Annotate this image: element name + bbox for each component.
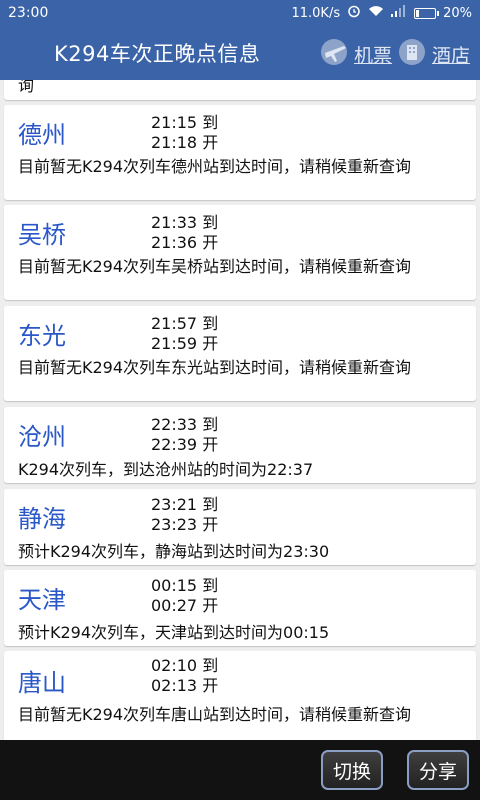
station-message: K294次列车，到达沧州站的时间为22:37 bbox=[18, 460, 314, 479]
wifi-icon bbox=[368, 5, 384, 21]
status-bar: 23:00 11.0K/s 20% bbox=[0, 0, 480, 26]
arrive-time: 00:15 到 bbox=[151, 576, 219, 595]
list-item[interactable]: 静海 23:21 到 23:23 开 预计K294次列车，静海站到达时间为23:… bbox=[4, 489, 476, 565]
page-title: K294车次正晚点信息 bbox=[54, 42, 261, 66]
hotel-label: 酒店 bbox=[432, 45, 471, 67]
station-message: 预计K294次列车，静海站到达时间为23:30 bbox=[18, 542, 330, 561]
station-name: 天津 bbox=[18, 586, 66, 614]
station-name: 沧州 bbox=[18, 423, 66, 451]
depart-time: 22:39 开 bbox=[151, 435, 219, 454]
status-time: 23:00 bbox=[8, 5, 49, 21]
station-message: 目前暂无K294次列车吴桥站到达时间，请稍候重新查询 bbox=[18, 257, 412, 276]
title-bar: K294车次正晚点信息 机票 酒店 bbox=[0, 26, 480, 80]
depart-time: 23:23 开 bbox=[151, 515, 219, 534]
network-speed: 11.0K/s bbox=[291, 5, 341, 21]
arrive-time: 21:15 到 bbox=[151, 113, 219, 132]
airplane-icon bbox=[320, 38, 354, 71]
depart-time: 21:59 开 bbox=[151, 334, 219, 353]
arrive-time: 02:10 到 bbox=[151, 656, 219, 675]
list-item-partial[interactable]: 询 bbox=[4, 80, 476, 100]
app-screen: 23:00 11.0K/s 20% K294车次正晚点信息 机票 酒店 询 德州… bbox=[0, 0, 480, 800]
list-item[interactable]: 德州 21:15 到 21:18 开 目前暂无K294次列车德州站到达时间，请稍… bbox=[4, 105, 476, 200]
depart-time: 21:36 开 bbox=[151, 233, 219, 252]
station-message: 目前暂无K294次列车德州站到达时间，请稍候重新查询 bbox=[18, 157, 412, 176]
list-item[interactable]: 东光 21:57 到 21:59 开 目前暂无K294次列车东光站到达时间，请稍… bbox=[4, 306, 476, 401]
bottom-action-bar: 切换 分享 bbox=[0, 740, 480, 800]
switch-button[interactable]: 切换 bbox=[321, 750, 383, 790]
station-message: 目前暂无K294次列车唐山站到达时间，请稍候重新查询 bbox=[18, 705, 412, 724]
station-name: 德州 bbox=[18, 121, 66, 149]
flights-label: 机票 bbox=[354, 45, 393, 67]
station-name: 东光 bbox=[18, 322, 66, 350]
flights-link[interactable]: 机票 bbox=[320, 38, 392, 71]
arrive-time: 23:21 到 bbox=[151, 495, 219, 514]
list-item[interactable]: 吴桥 21:33 到 21:36 开 目前暂无K294次列车吴桥站到达时间，请稍… bbox=[4, 205, 476, 300]
arrive-time: 21:57 到 bbox=[151, 314, 219, 333]
station-message: 询 bbox=[18, 80, 35, 95]
arrive-time: 22:33 到 bbox=[151, 415, 219, 434]
depart-time: 02:13 开 bbox=[151, 676, 219, 695]
battery-percent: 20% bbox=[443, 5, 472, 21]
hotel-link[interactable]: 酒店 bbox=[398, 38, 470, 71]
list-item[interactable]: 唐山 02:10 到 02:13 开 目前暂无K294次列车唐山站到达时间，请稍… bbox=[4, 651, 476, 740]
list-item[interactable]: 沧州 22:33 到 22:39 开 K294次列车，到达沧州站的时间为22:3… bbox=[4, 407, 476, 483]
depart-time: 21:18 开 bbox=[151, 133, 219, 152]
building-icon bbox=[398, 38, 432, 71]
station-name: 吴桥 bbox=[18, 221, 66, 249]
station-list[interactable]: 询 德州 21:15 到 21:18 开 目前暂无K294次列车德州站到达时间，… bbox=[0, 80, 480, 740]
station-message: 目前暂无K294次列车东光站到达时间，请稍候重新查询 bbox=[18, 358, 412, 377]
signal-icon bbox=[391, 5, 407, 21]
station-name: 静海 bbox=[18, 505, 66, 533]
alarm-icon bbox=[347, 4, 361, 22]
station-message: 预计K294次列车，天津站到达时间为00:15 bbox=[18, 623, 330, 642]
list-item[interactable]: 天津 00:15 到 00:27 开 预计K294次列车，天津站到达时间为00:… bbox=[4, 570, 476, 646]
arrive-time: 21:33 到 bbox=[151, 213, 219, 232]
station-name: 唐山 bbox=[18, 669, 66, 697]
share-button[interactable]: 分享 bbox=[407, 750, 469, 790]
depart-time: 00:27 开 bbox=[151, 596, 219, 615]
battery-icon bbox=[414, 7, 440, 19]
